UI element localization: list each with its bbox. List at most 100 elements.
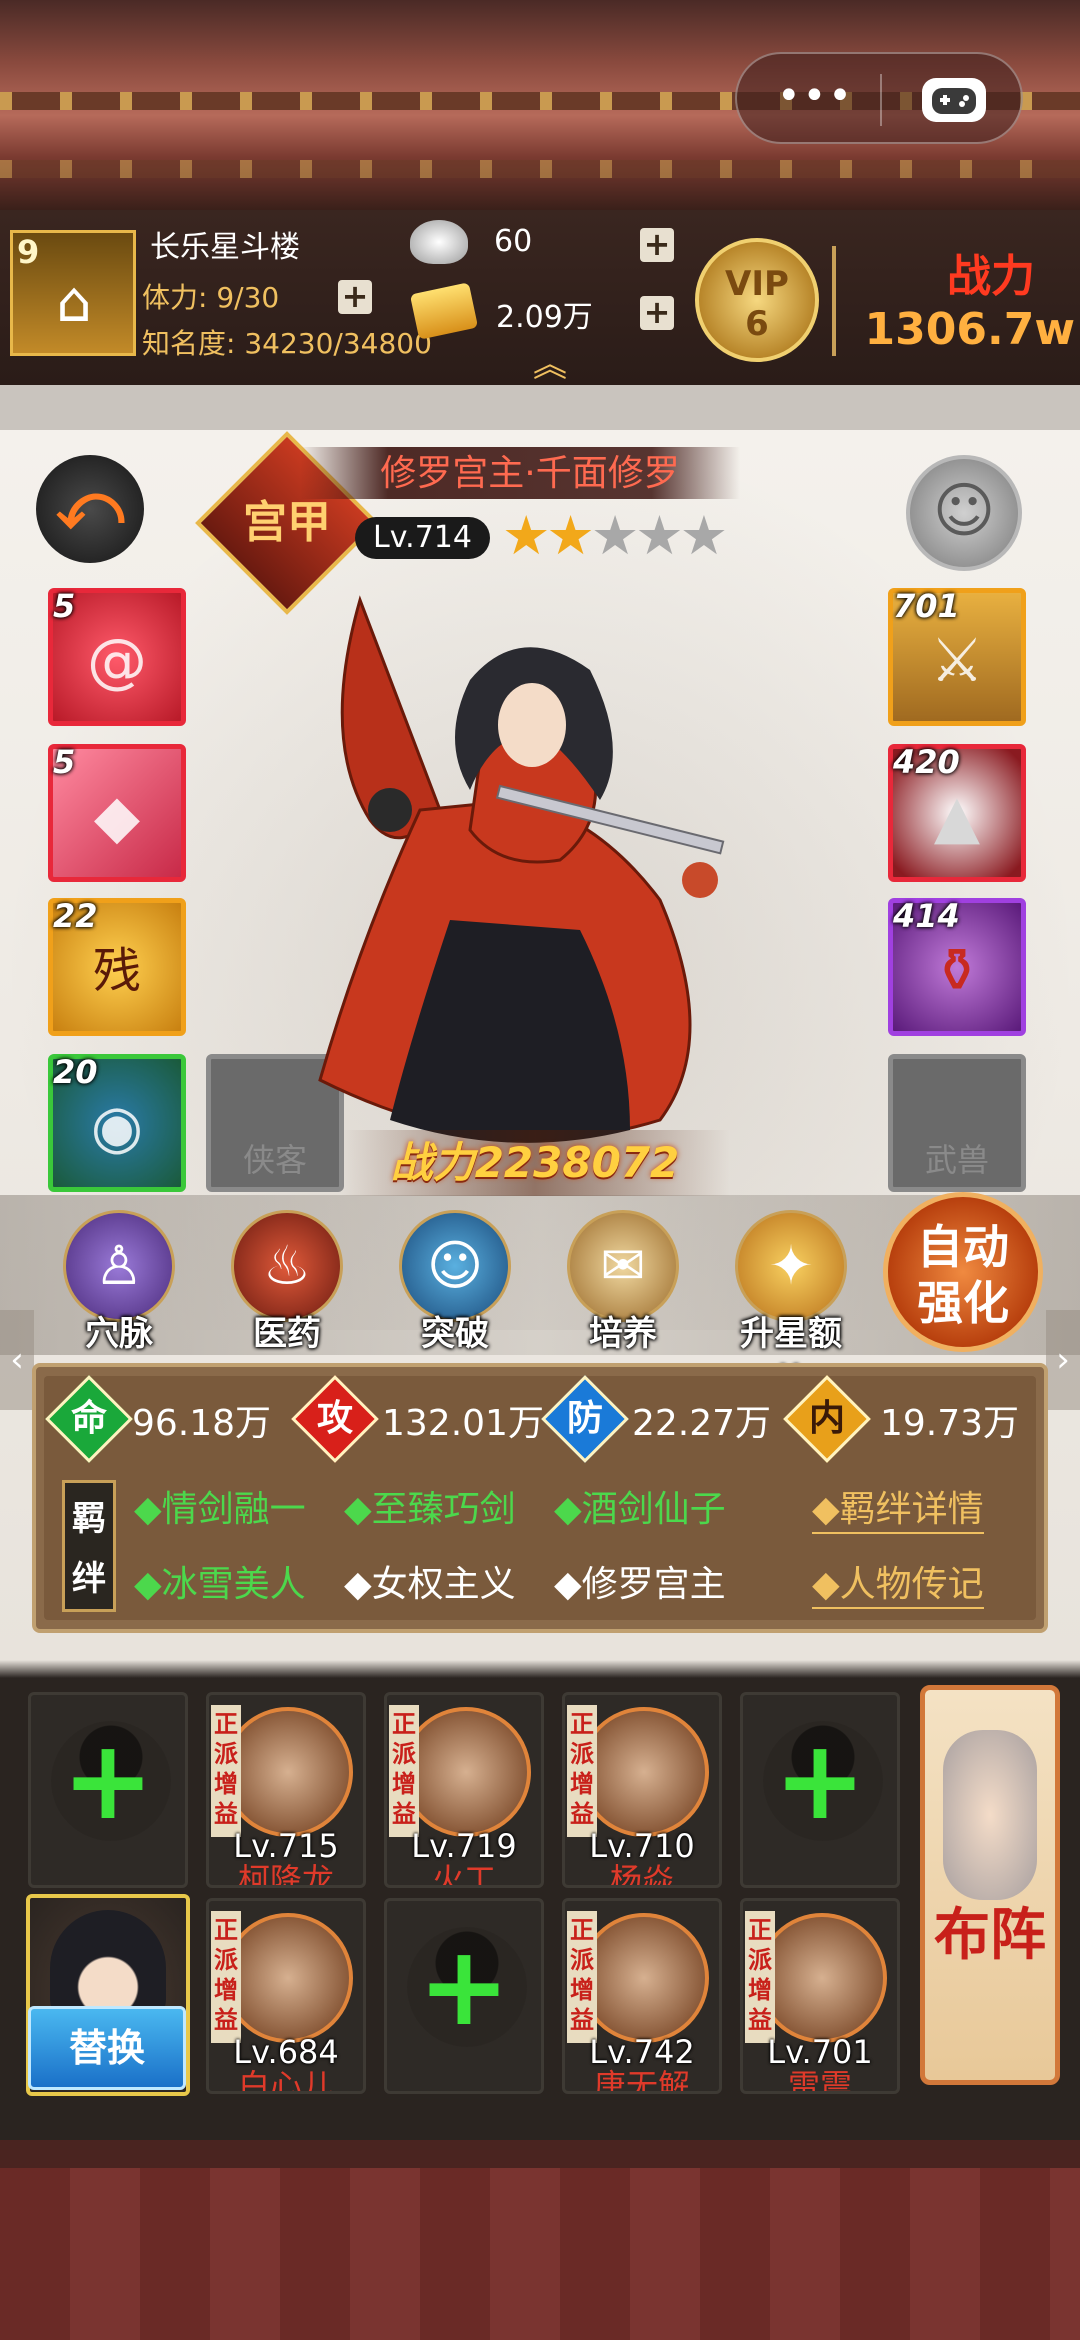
power-label: 战力 (947, 251, 1035, 302)
bond-item: ◆至臻巧剑 (344, 1489, 516, 1530)
buff-tag: 正派增益 (211, 1911, 241, 2043)
auto-strengthen-line2: 强化 (917, 1276, 1009, 1330)
defense-value: 22.27万 (632, 1403, 772, 1444)
medicine-label: 医药 (253, 1314, 321, 1354)
prev-hero-arrow[interactable]: ‹ (0, 1310, 34, 1410)
armor-slot[interactable]: 420 ▲ (888, 743, 1026, 882)
stamina-text: 体力: 9/30 (142, 281, 280, 314)
member-name: 白心儿 (237, 2067, 334, 2094)
roof-eave (0, 160, 1080, 178)
buff-tag: 正派增益 (745, 1911, 775, 2043)
fame-text: 知名度: 34230/34800 (142, 327, 432, 360)
formation-label[interactable]: 布阵 (920, 1900, 1060, 2070)
chevron-up-icon[interactable]: ︽ (525, 348, 575, 382)
team-member-card[interactable]: 正派增益 Lv.710 杨焱 (562, 1692, 722, 1888)
hero-power: 战力2238072 (390, 1138, 680, 1187)
skill-slot-2[interactable]: 5 ◆ (48, 743, 186, 882)
separator-strip (0, 385, 1080, 430)
member-name: 唐无解 (593, 2067, 690, 2094)
add-silver-button[interactable]: + (640, 228, 674, 262)
team-member-card[interactable]: 正派增益 Lv.742 唐无解 (562, 1898, 722, 2094)
gold-amount: 2.09万 (496, 300, 593, 335)
team-area-edge (0, 1660, 1080, 1678)
swirl-icon: @ (87, 626, 147, 696)
empty-team-slot[interactable]: + (28, 1692, 188, 1888)
internal-label: 内 (808, 1398, 845, 1439)
add-icon: + (417, 1922, 511, 2050)
building-name: 长乐星斗楼 (150, 230, 300, 265)
empty-team-slot[interactable]: + (384, 1898, 544, 2094)
team-member-card[interactable]: 正派增益 Lv.684 白心儿 (206, 1898, 366, 2094)
team-member-card[interactable]: 正派增益 Lv.715 柯降龙 (206, 1692, 366, 1888)
floor-edge (0, 2140, 1080, 2168)
empty-team-slot[interactable]: + (740, 1692, 900, 1888)
bond-item: ◆情剑融一 (134, 1489, 306, 1530)
blade-icon: ◆ (93, 782, 141, 852)
swap-button[interactable]: 替换 (28, 2006, 186, 2090)
vip-label: VIP (725, 264, 789, 304)
add-stamina-button[interactable]: + (338, 280, 372, 314)
next-hero-arrow[interactable]: › (1046, 1310, 1080, 1410)
medicine-button[interactable]: ♨ 医药 (222, 1210, 352, 1360)
breakthrough-button[interactable]: ☺ 突破 (390, 1210, 520, 1360)
add-icon: + (773, 1716, 867, 1844)
add-gold-button[interactable]: + (640, 296, 674, 330)
weapon-slot[interactable]: 701 ⚔ (888, 587, 1026, 726)
member-avatar (223, 1913, 353, 2043)
team-member-card[interactable]: 正派增益 Lv.719 火工 (384, 1692, 544, 1888)
game-screen: ••• 9 ⌂ 长乐星斗楼 体力: 9/30 + 知名度: 34230/3480… (0, 0, 1080, 2340)
biography-link[interactable]: ◆人物传记 (812, 1555, 984, 1609)
hero-illustration (300, 560, 780, 1160)
member-name: 柯降龙 (237, 1861, 334, 1888)
back-button[interactable]: ⤺ (36, 455, 144, 563)
fragment-icon: 残 (92, 943, 141, 999)
member-avatar (757, 1913, 887, 2043)
buff-tag: 正派增益 (211, 1705, 241, 1837)
internal-value: 19.73万 (880, 1403, 1020, 1444)
star-up-extra-button[interactable]: ✦ 升星额外 (726, 1210, 856, 1403)
member-avatar (401, 1707, 531, 1837)
hp-value: 96.18万 (132, 1403, 272, 1444)
bond-item: ◆女权主义 (344, 1564, 516, 1605)
breakthrough-label: 突破 (421, 1314, 489, 1354)
member-avatar (223, 1707, 353, 1837)
auto-strengthen-button[interactable]: 自动 强化 (883, 1192, 1043, 1352)
member-name: 杨焱 (609, 1861, 674, 1888)
cultivate-label: 培养 (589, 1314, 657, 1354)
meridian-label: 穴脉 (85, 1314, 153, 1354)
buff-tag: 正派增益 (567, 1705, 597, 1837)
wine-flask-icon: ⚱ (931, 936, 983, 1006)
accessory-slot[interactable]: 414 ⚱ (888, 897, 1026, 1036)
bond-item: ◆修罗宫主 (554, 1564, 726, 1605)
total-power: 战力 1306.7w (845, 240, 1075, 360)
hero-stars: ★★★★★ (502, 508, 782, 564)
formation-portrait (943, 1730, 1037, 1900)
wushou-slot[interactable]: 武兽 (888, 1054, 1026, 1192)
building-level: 9 (17, 233, 40, 271)
building-avatar[interactable]: 9 ⌂ (10, 230, 136, 356)
skill-slot-3[interactable]: 22 残 (48, 897, 186, 1036)
star-empty-icon: ★ (679, 504, 728, 567)
buff-tag: 正派增益 (389, 1705, 419, 1837)
house-icon: ⌂ (56, 270, 92, 335)
meridian-button[interactable]: ♙ 穴脉 (54, 1210, 184, 1360)
skill-slot-1[interactable]: 5 @ (48, 587, 186, 726)
current-hero-avatar (50, 1910, 166, 2020)
more-menu-icon[interactable]: ••• (777, 76, 852, 122)
gamepad-icon[interactable] (922, 78, 986, 122)
hero-portrait-button[interactable]: ☺ (906, 455, 1022, 571)
add-icon: + (61, 1716, 155, 1844)
auto-strengthen-line1: 自动 (917, 1220, 1009, 1274)
team-member-card[interactable]: 正派增益 Lv.701 雷震 (740, 1898, 900, 2094)
attack-value: 132.01万 (382, 1403, 544, 1444)
bond-item: ◆冰雪美人 (134, 1564, 306, 1605)
member-name: 火工 (431, 1861, 496, 1888)
vip-badge[interactable]: VIP 6 (695, 238, 819, 362)
wushou-label: 武兽 (924, 1141, 989, 1179)
skill-slot-4[interactable]: 20 ◉ (48, 1053, 186, 1192)
mini-program-capsule: ••• (735, 52, 1023, 144)
cultivate-button[interactable]: ✉ 培养 (558, 1210, 688, 1360)
buff-tag: 正派增益 (567, 1911, 597, 2043)
bond-detail-link[interactable]: ◆羁绊详情 (812, 1480, 984, 1534)
silver-amount: 60 (494, 224, 533, 259)
